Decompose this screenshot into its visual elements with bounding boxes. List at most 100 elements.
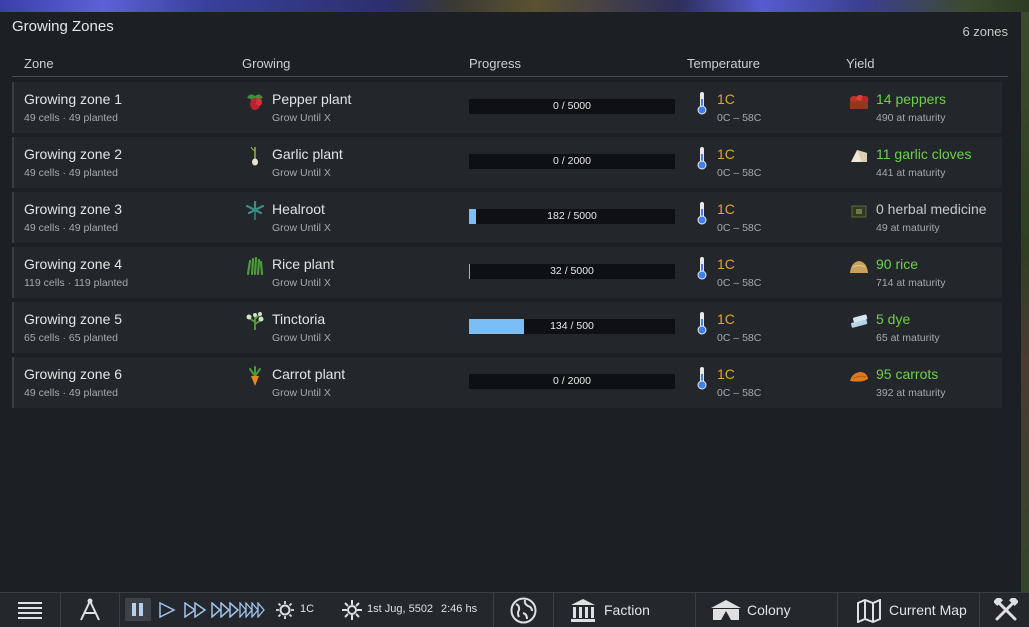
plant-name: Tinctoria <box>272 311 326 327</box>
date-time-display[interactable]: 1st Jug, 5502 2:46 hs <box>330 593 494 627</box>
architect-button[interactable] <box>61 593 120 627</box>
current-map-label: Current Map <box>889 602 967 618</box>
crossed-tools-icon <box>994 598 1018 621</box>
zone-cells: 49 cells · 49 planted <box>24 112 118 124</box>
temperature-range: 0C – 58C <box>717 277 762 289</box>
rice-plant-icon <box>246 256 264 276</box>
growing-zones-window: Growing Zones 6 zones Zone Growing Progr… <box>0 12 1021 592</box>
tools-button[interactable] <box>980 593 1029 627</box>
column-yield[interactable]: Yield <box>846 56 874 71</box>
progress-text: 0 / 5000 <box>553 100 591 112</box>
column-temperature[interactable]: Temperature <box>687 56 760 71</box>
progress-bar: 0 / 5000 <box>469 99 675 114</box>
zone-row[interactable]: Growing zone 1 49 cells · 49 planted Pep… <box>12 82 1002 133</box>
zone-temperature: 1C <box>717 256 735 272</box>
pause-icon <box>132 603 143 616</box>
temperature-indicator[interactable]: 1C <box>270 593 330 627</box>
play-speed-1-icon[interactable] <box>158 602 176 618</box>
carrots-icon <box>850 372 868 382</box>
faction-label: Faction <box>604 602 650 618</box>
grow-mode[interactable]: Grow Until X <box>272 112 331 124</box>
grow-mode[interactable]: Grow Until X <box>272 167 331 179</box>
current-map-button[interactable]: Current Map <box>838 593 980 627</box>
zone-temperature: 1C <box>717 311 735 327</box>
plant-name: Garlic plant <box>272 146 343 162</box>
colony-button[interactable]: Colony <box>696 593 838 627</box>
compass-icon <box>80 598 100 621</box>
column-growing[interactable]: Growing <box>242 56 290 71</box>
zone-row[interactable]: Growing zone 4 119 cells · 119 planted R… <box>12 247 1002 298</box>
pepper-plant-icon <box>247 94 263 110</box>
yield-at-maturity: 49 at maturity <box>876 222 940 234</box>
menu-button[interactable] <box>0 593 61 627</box>
zone-name[interactable]: Growing zone 6 <box>24 366 122 382</box>
grow-mode[interactable]: Grow Until X <box>272 277 331 289</box>
progress-text: 0 / 2000 <box>553 375 591 387</box>
zone-name[interactable]: Growing zone 2 <box>24 146 122 162</box>
zone-row[interactable]: Growing zone 3 49 cells · 49 planted Hea… <box>12 192 1002 243</box>
faction-button[interactable]: Faction <box>554 593 696 627</box>
sun-icon <box>276 601 294 619</box>
zone-cells: 65 cells · 65 planted <box>24 332 118 344</box>
zone-cells: 49 cells · 49 planted <box>24 167 118 179</box>
game-date: 1st Jug, 5502 <box>367 603 434 615</box>
menu-icon <box>18 602 42 619</box>
thermometer-icon <box>697 257 707 280</box>
yield-amount: 5 dye <box>876 311 911 327</box>
zone-cells: 49 cells · 49 planted <box>24 222 118 234</box>
progress-bar: 0 / 2000 <box>469 154 675 169</box>
game-time: 2:46 hs <box>441 603 478 615</box>
zone-row[interactable]: Growing zone 5 65 cells · 65 planted Tin… <box>12 302 1002 353</box>
yield-amount: 0 herbal medicine <box>876 201 987 217</box>
zone-list: Growing zone 1 49 cells · 49 planted Pep… <box>12 82 1002 412</box>
thermometer-icon <box>697 147 707 170</box>
grow-mode[interactable]: Grow Until X <box>272 222 331 234</box>
zone-name[interactable]: Growing zone 4 <box>24 256 122 272</box>
thermometer-icon <box>697 312 707 335</box>
plant-name: Pepper plant <box>272 91 352 107</box>
zone-cells: 119 cells · 119 planted <box>24 277 129 289</box>
play-speed-2-icon[interactable] <box>184 602 208 618</box>
window-title: Growing Zones <box>12 18 114 35</box>
column-zone[interactable]: Zone <box>24 56 54 71</box>
play-speed-4-icon[interactable] <box>239 602 265 618</box>
yield-at-maturity: 490 at maturity <box>876 112 946 124</box>
zone-temperature: 1C <box>717 146 735 162</box>
carrot-plant-icon <box>249 366 261 386</box>
yield-at-maturity: 65 at maturity <box>876 332 940 344</box>
zone-name[interactable]: Growing zone 3 <box>24 201 122 217</box>
thermometer-icon <box>697 92 707 115</box>
pause-button[interactable] <box>125 598 151 621</box>
progress-text: 134 / 500 <box>550 320 594 332</box>
zone-name[interactable]: Growing zone 1 <box>24 91 122 107</box>
world-button[interactable] <box>494 593 554 627</box>
map-icon <box>857 599 881 623</box>
thermometer-icon <box>697 202 707 225</box>
grow-mode[interactable]: Grow Until X <box>272 332 331 344</box>
temperature-range: 0C – 58C <box>717 332 762 344</box>
zone-name[interactable]: Growing zone 5 <box>24 311 122 327</box>
outdoor-temperature: 1C <box>300 603 315 615</box>
temperature-range: 0C – 58C <box>717 387 762 399</box>
play-speed-3-icon[interactable] <box>211 602 241 618</box>
dye-icon <box>850 314 868 328</box>
zone-row[interactable]: Growing zone 6 49 cells · 49 planted Car… <box>12 357 1002 408</box>
rice-icon <box>850 261 868 273</box>
column-progress[interactable]: Progress <box>469 56 521 71</box>
yield-amount: 14 peppers <box>876 91 947 107</box>
zone-row[interactable]: Growing zone 2 49 cells · 49 planted Gar… <box>12 137 1002 188</box>
progress-text: 0 / 2000 <box>553 155 591 167</box>
progress-bar: 32 / 5000 <box>469 264 675 279</box>
garlic-plant-icon <box>250 146 258 166</box>
garlic-cloves-icon <box>851 150 867 162</box>
plant-name: Healroot <box>272 201 325 217</box>
progress-text: 32 / 5000 <box>550 265 594 277</box>
world-map-edge <box>1021 12 1029 592</box>
zone-count: 6 zones <box>962 24 1008 39</box>
tinctoria-icon <box>246 312 264 330</box>
zone-cells: 49 cells · 49 planted <box>24 387 118 399</box>
globe-icon <box>510 597 537 624</box>
temperature-range: 0C – 58C <box>717 112 762 124</box>
grow-mode[interactable]: Grow Until X <box>272 387 331 399</box>
season-snowflake-icon <box>342 600 362 620</box>
